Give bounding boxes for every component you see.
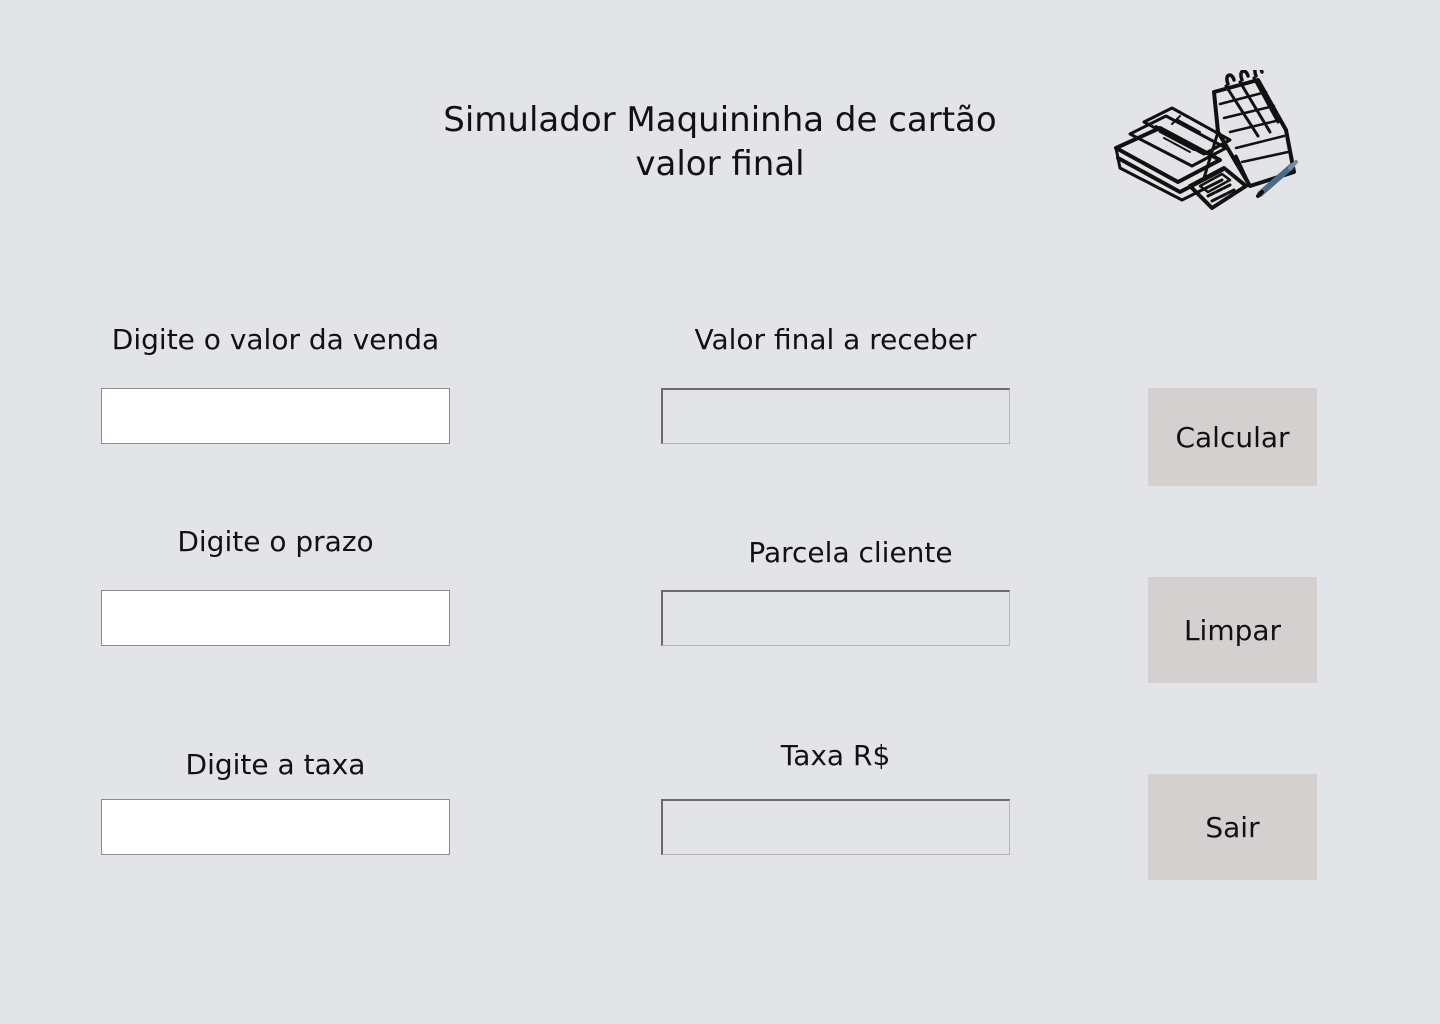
title-line-1: Simulador Maquininha de cartão [443, 100, 997, 140]
limpar-button[interactable]: Limpar [1148, 577, 1317, 683]
taxa-input[interactable] [101, 799, 450, 855]
prazo-label: Digite o prazo [177, 525, 374, 558]
taxa-label: Digite a taxa [185, 748, 366, 781]
sair-button[interactable]: Sair [1148, 774, 1317, 880]
page-title: Simulador Maquininha de cartão valor fin… [420, 98, 1020, 186]
parcela-cliente-label: Parcela cliente [748, 536, 953, 569]
taxa-rs-output[interactable] [661, 799, 1010, 855]
calcular-button[interactable]: Calcular [1148, 388, 1317, 486]
accounting-logo-icon [1114, 70, 1298, 210]
taxa-rs-label: Taxa R$ [780, 739, 891, 772]
valor-final-output[interactable] [661, 388, 1010, 444]
valor-venda-input[interactable] [101, 388, 450, 444]
prazo-input[interactable] [101, 590, 450, 646]
parcela-cliente-output[interactable] [661, 590, 1010, 646]
valor-venda-label: Digite o valor da venda [111, 323, 440, 356]
title-line-2: valor final [635, 144, 805, 184]
valor-final-label: Valor final a receber [694, 323, 977, 356]
